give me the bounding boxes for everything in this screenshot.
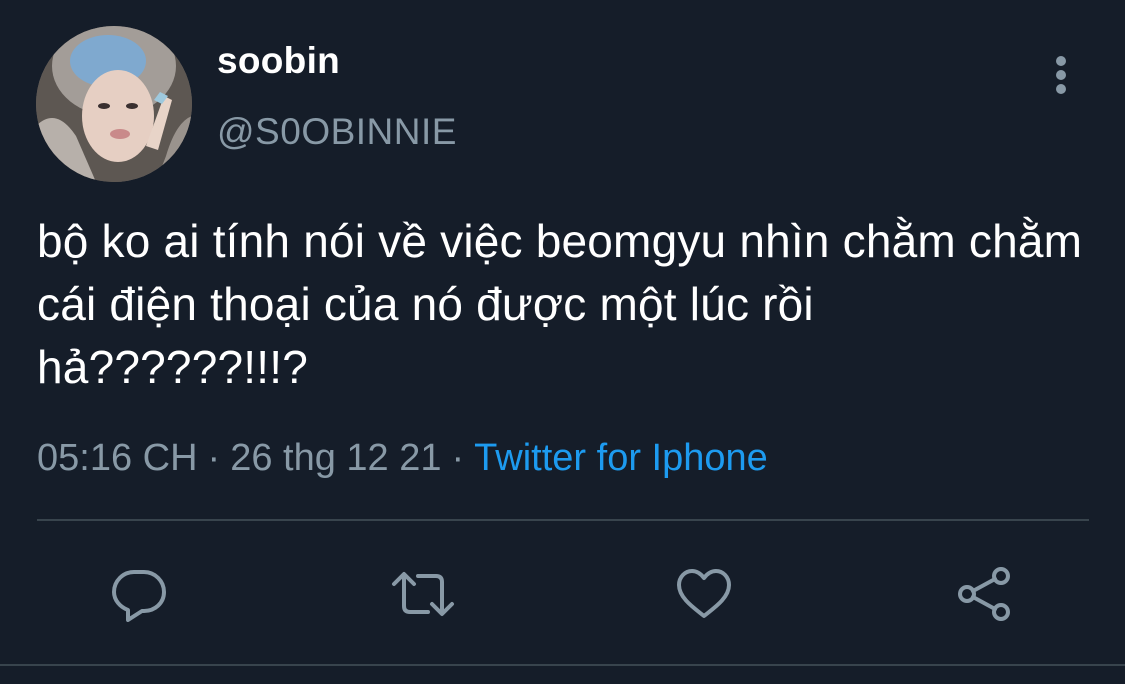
display-name[interactable]: soobin — [217, 40, 340, 82]
meta-separator: · — [207, 437, 221, 479]
share-button[interactable] — [955, 566, 1015, 622]
avatar[interactable] — [36, 26, 192, 182]
bottom-divider — [0, 664, 1125, 666]
divider — [37, 519, 1089, 521]
reply-button[interactable] — [110, 566, 170, 622]
user-handle[interactable]: @S0OBINNIE — [217, 111, 457, 153]
tweet-time[interactable]: 05:16 CH — [37, 437, 198, 479]
reply-icon — [112, 570, 166, 622]
tweet-date[interactable]: 26 thg 12 21 — [230, 437, 441, 479]
more-vertical-icon-dot — [1056, 70, 1066, 80]
tweet-card: soobin @S0OBINNIE bộ ko ai tính nói về v… — [0, 0, 1125, 684]
tweet-source-link[interactable]: Twitter for Iphone — [474, 437, 768, 479]
meta-separator: · — [451, 437, 465, 479]
like-button[interactable] — [674, 566, 734, 622]
tweet-text: bộ ko ai tính nói về việc beomgyu nhìn c… — [37, 215, 1083, 393]
retweet-icon — [392, 572, 454, 616]
tweet-meta: 05:16 CH · 26 thg 12 21 · Twitter for Iphone — [37, 437, 768, 480]
heart-icon — [677, 569, 731, 618]
avatar-image — [36, 26, 192, 182]
more-vertical-icon — [1056, 56, 1066, 66]
more-options-button[interactable] — [1046, 54, 1076, 96]
more-vertical-icon-dot — [1056, 84, 1066, 94]
share-icon — [958, 567, 1010, 621]
retweet-button[interactable] — [390, 566, 454, 622]
